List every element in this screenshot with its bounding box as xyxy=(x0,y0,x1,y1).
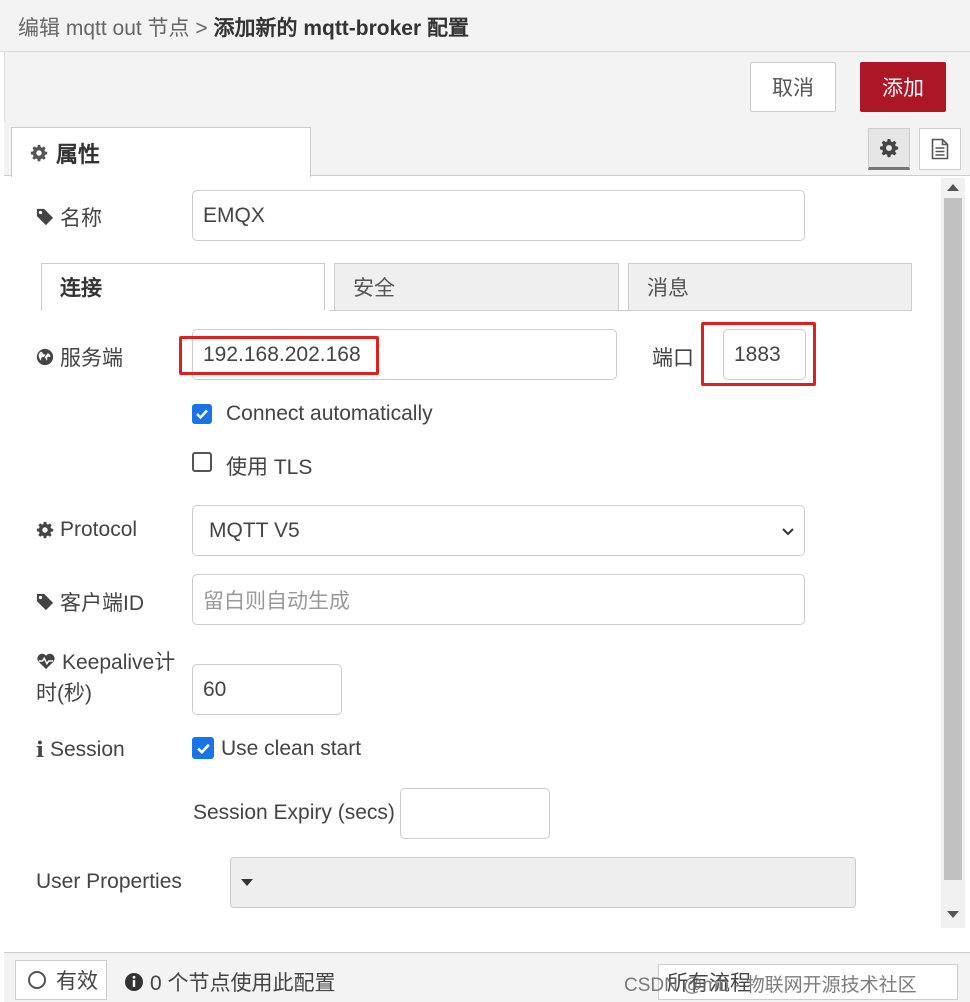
document-icon xyxy=(931,138,949,160)
checkmark-icon xyxy=(196,741,211,756)
tab-properties[interactable]: 属性 xyxy=(11,127,311,177)
caret-down-icon xyxy=(241,878,253,887)
port-label: 端口 xyxy=(652,347,694,370)
tag-icon xyxy=(36,208,54,226)
checkmark-icon xyxy=(195,407,209,421)
page-title: 添加新的 mqtt-broker 配置 xyxy=(213,17,469,40)
scroll-down-icon[interactable] xyxy=(947,911,959,919)
subtab-connection[interactable]: 连接 xyxy=(41,263,325,311)
chevron-down-icon xyxy=(780,523,796,539)
breadcrumb[interactable]: 编辑 mqtt out 节点 > xyxy=(18,17,213,40)
user-properties-label: User Properties xyxy=(36,870,182,893)
globe-icon xyxy=(36,348,54,366)
protocol-select[interactable]: MQTT V5 xyxy=(192,505,805,556)
subtab-security[interactable]: 安全 xyxy=(334,263,619,311)
port-highlight-box xyxy=(701,322,816,386)
settings-tab-button[interactable] xyxy=(868,128,910,170)
name-input[interactable]: EMQX xyxy=(192,190,805,241)
scrollbar-thumb[interactable] xyxy=(944,198,962,880)
keepalive-label: Keepalive计 xyxy=(36,646,175,676)
cancel-button[interactable]: 取消 xyxy=(750,62,836,112)
dialog-title: 编辑 mqtt out 节点 > 添加新的 mqtt-broker 配置 xyxy=(18,12,469,42)
client-id-input[interactable]: 留白则自动生成 xyxy=(192,574,805,625)
tab-properties-label: 属性 xyxy=(56,141,101,167)
session-label: i Session xyxy=(36,737,125,762)
valid-toggle-button[interactable]: 有效 xyxy=(15,960,107,1000)
gear-icon xyxy=(36,521,54,539)
watermark-text: CSDN @mb - 物联网开源技术社区 xyxy=(624,975,917,996)
server-highlight-box xyxy=(179,336,379,375)
add-button[interactable]: 添加 xyxy=(860,62,946,112)
client-id-label: 客户端ID xyxy=(36,587,144,617)
scroll-up-icon[interactable] xyxy=(947,183,959,191)
protocol-label: Protocol xyxy=(36,518,137,542)
info-icon: i xyxy=(36,737,44,762)
gear-icon xyxy=(879,138,899,158)
use-tls-checkbox[interactable] xyxy=(192,452,212,472)
session-expiry-label: Session Expiry (secs) xyxy=(193,801,395,824)
user-properties-editor[interactable] xyxy=(230,857,856,908)
server-label: 服务端 xyxy=(36,342,123,372)
clean-start-checkbox[interactable] xyxy=(192,737,214,759)
heartbeat-icon xyxy=(36,652,56,670)
description-tab-button[interactable] xyxy=(919,128,961,170)
clean-start-label: Use clean start xyxy=(221,737,362,760)
name-label: 名称 xyxy=(36,202,102,232)
use-tls-label: 使用 TLS xyxy=(226,456,313,479)
gear-icon xyxy=(30,144,48,162)
circle-icon xyxy=(28,971,46,989)
keepalive-input[interactable]: 60 xyxy=(192,664,342,715)
session-expiry-input[interactable] xyxy=(400,788,550,839)
auto-connect-checkbox[interactable] xyxy=(192,404,212,424)
tag-icon xyxy=(36,593,54,611)
usage-info: 0 个节点使用此配置 xyxy=(124,967,336,997)
subtab-messages[interactable]: 消息 xyxy=(628,263,912,311)
info-icon xyxy=(124,972,144,992)
auto-connect-label: Connect automatically xyxy=(226,402,433,425)
keepalive-label-line2: 时(秒) xyxy=(36,682,92,705)
